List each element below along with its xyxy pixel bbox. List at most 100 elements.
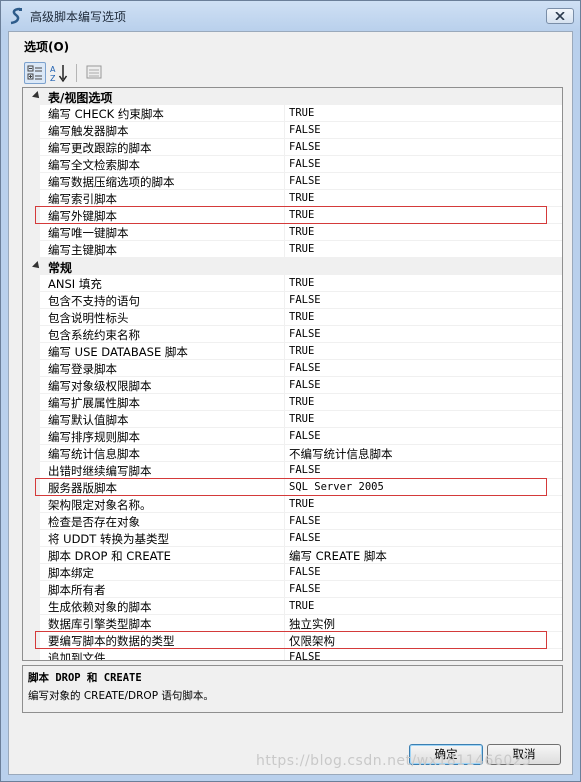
- collapse-arrow-icon[interactable]: [32, 261, 42, 271]
- property-row[interactable]: 编写全文检索脚本 FALSE: [23, 156, 562, 173]
- column-splitter[interactable]: [284, 598, 285, 615]
- column-splitter[interactable]: [284, 326, 285, 343]
- property-value[interactable]: FALSE: [289, 175, 321, 187]
- property-value[interactable]: FALSE: [289, 515, 321, 527]
- categorized-view-button[interactable]: [24, 62, 46, 84]
- property-value[interactable]: 独立实例: [289, 616, 335, 632]
- property-row[interactable]: 出错时继续编写脚本 FALSE: [23, 462, 562, 479]
- column-splitter[interactable]: [284, 496, 285, 513]
- column-splitter[interactable]: [284, 105, 285, 122]
- column-splitter[interactable]: [284, 377, 285, 394]
- property-value[interactable]: TRUE: [289, 243, 314, 255]
- property-row[interactable]: 编写主键脚本 TRUE: [23, 241, 562, 258]
- column-splitter[interactable]: [284, 513, 285, 530]
- column-splitter[interactable]: [284, 649, 285, 660]
- column-splitter[interactable]: [284, 428, 285, 445]
- property-row[interactable]: 将 UDDT 转换为基类型 FALSE: [23, 530, 562, 547]
- column-splitter[interactable]: [284, 394, 285, 411]
- column-splitter[interactable]: [284, 360, 285, 377]
- column-splitter[interactable]: [284, 615, 285, 632]
- column-splitter[interactable]: [284, 343, 285, 360]
- column-splitter[interactable]: [284, 309, 285, 326]
- column-splitter[interactable]: [284, 207, 285, 224]
- property-value[interactable]: FALSE: [289, 362, 321, 374]
- property-value[interactable]: 仅限架构: [289, 633, 335, 649]
- property-row[interactable]: 脚本所有者 FALSE: [23, 581, 562, 598]
- property-value[interactable]: FALSE: [289, 141, 321, 153]
- property-row[interactable]: 生成依赖对象的脚本 TRUE: [23, 598, 562, 615]
- property-value[interactable]: TRUE: [289, 107, 314, 119]
- property-value[interactable]: TRUE: [289, 226, 314, 238]
- property-value[interactable]: FALSE: [289, 124, 321, 136]
- property-row[interactable]: 编写更改跟踪的脚本 FALSE: [23, 139, 562, 156]
- property-row[interactable]: 包含系统约束名称 FALSE: [23, 326, 562, 343]
- column-splitter[interactable]: [284, 122, 285, 139]
- column-splitter[interactable]: [284, 139, 285, 156]
- property-value[interactable]: 不编写统计信息脚本: [289, 446, 393, 462]
- property-value[interactable]: TRUE: [289, 600, 314, 612]
- column-splitter[interactable]: [284, 224, 285, 241]
- property-row[interactable]: 包含不支持的语句 FALSE: [23, 292, 562, 309]
- column-splitter[interactable]: [284, 292, 285, 309]
- alphabetical-sort-button[interactable]: A Z: [48, 62, 70, 84]
- property-row[interactable]: ANSI 填充 TRUE: [23, 275, 562, 292]
- property-row[interactable]: 编写 USE DATABASE 脚本 TRUE: [23, 343, 562, 360]
- column-splitter[interactable]: [284, 564, 285, 581]
- property-row[interactable]: 编写统计信息脚本 不编写统计信息脚本: [23, 445, 562, 462]
- column-splitter[interactable]: [284, 547, 285, 564]
- column-splitter[interactable]: [284, 479, 285, 496]
- property-row[interactable]: 编写外键脚本 TRUE: [23, 207, 562, 224]
- property-value[interactable]: TRUE: [289, 498, 314, 510]
- property-row[interactable]: 脚本 DROP 和 CREATE 编写 CREATE 脚本: [23, 547, 562, 564]
- property-value[interactable]: TRUE: [289, 396, 314, 408]
- property-value[interactable]: TRUE: [289, 192, 314, 204]
- property-value[interactable]: FALSE: [289, 464, 321, 476]
- property-row[interactable]: 要编写脚本的数据的类型 仅限架构: [23, 632, 562, 649]
- property-row[interactable]: 编写数据压缩选项的脚本 FALSE: [23, 173, 562, 190]
- property-row[interactable]: 编写排序规则脚本 FALSE: [23, 428, 562, 445]
- property-value[interactable]: FALSE: [289, 328, 321, 340]
- property-row[interactable]: 编写索引脚本 TRUE: [23, 190, 562, 207]
- property-value[interactable]: FALSE: [289, 583, 321, 595]
- column-splitter[interactable]: [284, 275, 285, 292]
- category-row[interactable]: 表/视图选项: [23, 88, 562, 105]
- column-splitter[interactable]: [284, 462, 285, 479]
- property-value[interactable]: FALSE: [289, 566, 321, 578]
- property-row[interactable]: 编写登录脚本 FALSE: [23, 360, 562, 377]
- property-value[interactable]: TRUE: [289, 209, 314, 221]
- column-splitter[interactable]: [284, 445, 285, 462]
- property-value[interactable]: TRUE: [289, 345, 314, 357]
- property-value[interactable]: SQL Server 2005: [289, 481, 384, 493]
- column-splitter[interactable]: [284, 190, 285, 207]
- property-grid[interactable]: 表/视图选项 编写 CHECK 约束脚本 TRUE 编写触发器脚本 FALSE 编写更改跟…: [22, 87, 563, 661]
- property-value[interactable]: FALSE: [289, 158, 321, 170]
- property-row[interactable]: 编写唯一键脚本 TRUE: [23, 224, 562, 241]
- property-row[interactable]: 包含说明性标头 TRUE: [23, 309, 562, 326]
- column-splitter[interactable]: [284, 530, 285, 547]
- property-row[interactable]: 架构限定对象名称。 TRUE: [23, 496, 562, 513]
- title-bar[interactable]: 高级脚本编写选项: [1, 1, 580, 31]
- property-value[interactable]: FALSE: [289, 430, 321, 442]
- property-row[interactable]: 检查是否存在对象 FALSE: [23, 513, 562, 530]
- column-splitter[interactable]: [284, 581, 285, 598]
- property-value[interactable]: 编写 CREATE 脚本: [289, 548, 387, 564]
- property-value[interactable]: FALSE: [289, 379, 321, 391]
- property-row[interactable]: 脚本绑定 FALSE: [23, 564, 562, 581]
- category-row[interactable]: 常规: [23, 258, 562, 275]
- property-value[interactable]: FALSE: [289, 532, 321, 544]
- column-splitter[interactable]: [284, 156, 285, 173]
- property-row[interactable]: 服务器版脚本 SQL Server 2005: [23, 479, 562, 496]
- property-row[interactable]: 编写扩展属性脚本 TRUE: [23, 394, 562, 411]
- property-row[interactable]: 编写触发器脚本 FALSE: [23, 122, 562, 139]
- property-value[interactable]: TRUE: [289, 311, 314, 323]
- column-splitter[interactable]: [284, 241, 285, 258]
- property-value[interactable]: FALSE: [289, 294, 321, 306]
- close-button[interactable]: [546, 8, 574, 24]
- property-row[interactable]: 追加到文件 FALSE: [23, 649, 562, 660]
- property-value[interactable]: TRUE: [289, 277, 314, 289]
- property-pages-button[interactable]: [84, 62, 106, 84]
- column-splitter[interactable]: [284, 632, 285, 649]
- property-value[interactable]: FALSE: [289, 651, 321, 660]
- property-row[interactable]: 编写默认值脚本 TRUE: [23, 411, 562, 428]
- column-splitter[interactable]: [284, 411, 285, 428]
